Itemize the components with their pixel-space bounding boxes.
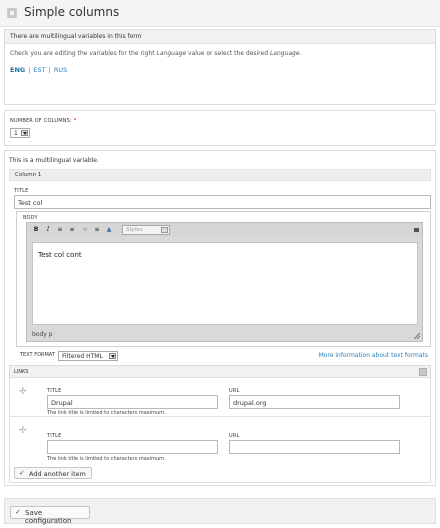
show-row-weights-icon[interactable] bbox=[419, 368, 427, 376]
editor-content-text: Test col cont bbox=[38, 251, 82, 259]
text-format-label: TEXT FORMAT bbox=[20, 352, 55, 358]
page-title: Simple columns bbox=[24, 5, 120, 19]
language-separator-2: | bbox=[48, 66, 51, 74]
drag-handle-icon[interactable]: ✢ bbox=[19, 426, 27, 436]
language-switcher: ENG | EST | RUS bbox=[10, 66, 67, 74]
notice-bar: There are multilingual variables in this… bbox=[5, 30, 435, 44]
save-configuration-button[interactable]: ✓ Save configuration bbox=[10, 506, 90, 525]
link-title-label: TITLE bbox=[47, 433, 62, 439]
notice-description: Check you are editing the variables for … bbox=[10, 50, 301, 57]
editor-content-area[interactable]: Test col cont bbox=[32, 242, 418, 325]
italic-icon[interactable]: I bbox=[44, 226, 52, 234]
required-mark: * bbox=[73, 118, 77, 124]
link-url-input[interactable] bbox=[229, 440, 400, 454]
links-table: LINKS ✢ TITLE Drupal The link title is l… bbox=[9, 365, 431, 483]
image-icon[interactable]: ▲ bbox=[105, 226, 113, 234]
link-title-input[interactable]: Drupal bbox=[47, 395, 218, 409]
text-format-value: Filtered HTML bbox=[62, 353, 103, 360]
styles-dropdown[interactable]: Styles bbox=[122, 225, 170, 235]
title-label: TITLE bbox=[14, 188, 29, 194]
notice-desc-text: Check you are editing the variables for … bbox=[10, 50, 157, 57]
notice-desc-lang: Language bbox=[156, 50, 187, 57]
link-title-label: TITLE bbox=[47, 388, 62, 394]
body-field: BODY B I ≡ ≡ ∞ ≡ ▲ Styles Test col cont bbox=[16, 211, 431, 347]
resize-handle-icon[interactable] bbox=[414, 333, 420, 339]
link-row: ✢ TITLE Drupal The link title is limited… bbox=[10, 379, 430, 417]
editor-toolbar: B I ≡ ≡ ∞ ≡ ▲ Styles bbox=[27, 223, 422, 237]
editor-path-text[interactable]: body p bbox=[32, 331, 53, 338]
notice-desc-end: . bbox=[299, 50, 302, 57]
number-of-columns-label-text: NUMBER OF COLUMNS: bbox=[10, 118, 72, 124]
check-icon: ✓ bbox=[19, 469, 25, 477]
save-configuration-label: Save configuration bbox=[25, 509, 72, 525]
link-row: ✢ TITLE The link title is limited to cha… bbox=[10, 418, 430, 462]
link-title-input[interactable] bbox=[47, 440, 218, 454]
multilingual-variable-note: This is a multilingual variable. bbox=[9, 157, 99, 164]
styles-dropdown-label: Styles bbox=[126, 227, 143, 233]
collapse-toolbar-icon[interactable] bbox=[414, 228, 419, 232]
add-another-item-label: Add another item bbox=[29, 470, 86, 478]
notice-bar-text: There are multilingual variables in this… bbox=[10, 33, 142, 40]
title-input[interactable]: Test col bbox=[14, 195, 431, 209]
column-settings-section: This is a multilingual variable. Column … bbox=[4, 150, 436, 486]
form-actions: ✓ Save configuration bbox=[4, 498, 436, 525]
chevron-down-icon bbox=[21, 130, 28, 136]
bold-icon[interactable]: B bbox=[32, 226, 40, 234]
page-header: Simple columns bbox=[0, 0, 440, 27]
link-icon[interactable]: ∞ bbox=[81, 226, 89, 234]
link-url-label: URL bbox=[229, 433, 240, 439]
text-format-select[interactable]: Filtered HTML bbox=[58, 351, 118, 361]
number-of-columns-value: 1 bbox=[14, 130, 18, 137]
notice-desc-lang-2: Language bbox=[269, 50, 300, 57]
config-icon bbox=[7, 8, 17, 18]
unlink-icon[interactable]: ≡ bbox=[93, 226, 101, 234]
bullet-list-icon[interactable]: ≡ bbox=[56, 226, 64, 234]
wysiwyg-editor: B I ≡ ≡ ∞ ≡ ▲ Styles Test col cont body … bbox=[26, 222, 423, 342]
link-title-hint: The link title is limited to characters … bbox=[47, 410, 166, 416]
drag-handle-icon[interactable]: ✢ bbox=[19, 387, 27, 397]
column-1-header-label: Column 1 bbox=[15, 172, 42, 178]
language-est-link[interactable]: EST bbox=[33, 66, 45, 74]
more-text-formats-link[interactable]: More information about text formats bbox=[319, 352, 428, 359]
editor-element-path: body p bbox=[27, 328, 422, 341]
language-eng-link[interactable]: ENG bbox=[10, 66, 25, 74]
number-of-columns-label: NUMBER OF COLUMNS: * bbox=[10, 118, 76, 124]
language-separator: | bbox=[28, 66, 31, 74]
language-rus-link[interactable]: RUS bbox=[54, 66, 67, 74]
body-label: BODY bbox=[23, 215, 38, 221]
multilingual-notice: There are multilingual variables in this… bbox=[4, 29, 436, 105]
links-header: LINKS bbox=[10, 366, 430, 378]
link-url-input[interactable]: drupal.org bbox=[229, 395, 400, 409]
chevron-down-icon bbox=[109, 353, 116, 359]
notice-desc-text-2: value or select the desired bbox=[186, 50, 270, 57]
numbered-list-icon[interactable]: ≡ bbox=[68, 226, 76, 234]
number-of-columns-section: NUMBER OF COLUMNS: * 1 bbox=[4, 110, 436, 146]
link-url-label: URL bbox=[229, 388, 240, 394]
link-title-hint: The link title is limited to characters … bbox=[47, 456, 166, 462]
links-label: LINKS bbox=[14, 369, 29, 375]
chevron-down-icon bbox=[161, 227, 168, 233]
text-format-row: TEXT FORMAT Filtered HTML More informati… bbox=[16, 350, 431, 362]
check-icon: ✓ bbox=[15, 508, 21, 516]
add-another-item-button[interactable]: ✓ Add another item bbox=[14, 467, 92, 479]
number-of-columns-select[interactable]: 1 bbox=[10, 128, 30, 138]
column-1-header[interactable]: Column 1 bbox=[9, 169, 431, 181]
